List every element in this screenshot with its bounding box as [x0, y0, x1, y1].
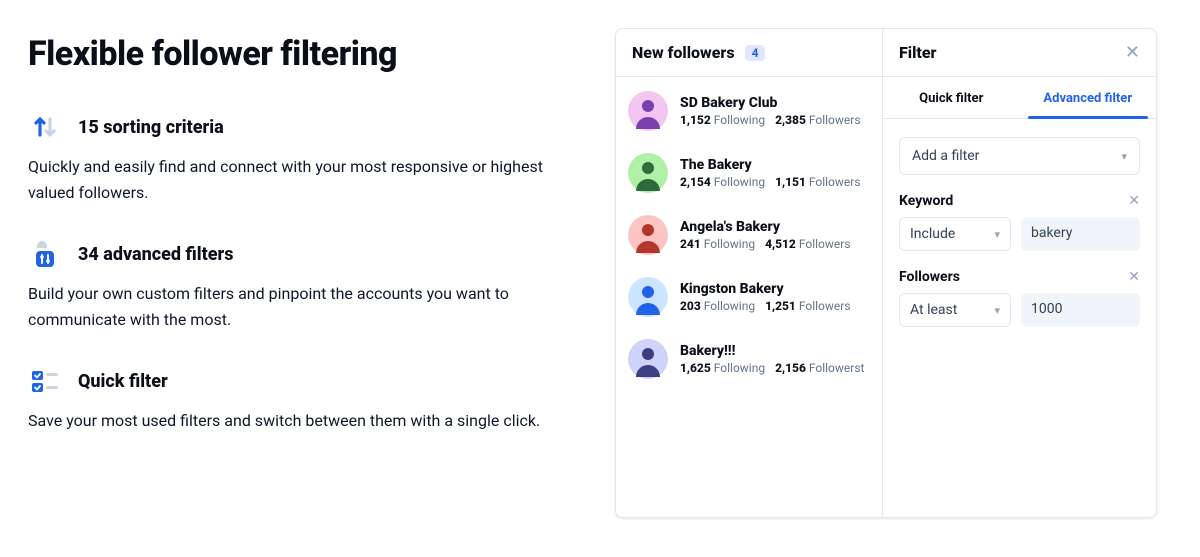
- follower-stats: 2,154 Following1,151 Followers: [680, 175, 861, 189]
- feature-sorting: 15 sorting criteria Quickly and easily f…: [28, 110, 583, 205]
- filter-group-followers: Followers ✕ At least ▾ 1000: [899, 269, 1140, 327]
- remove-followers-icon[interactable]: ✕: [1128, 269, 1140, 285]
- feature-quick-desc: Save your most used filters and switch b…: [28, 408, 558, 434]
- follower-stats: 203 Following1,251 Followers: [680, 299, 851, 313]
- followers-mode-value: At least: [910, 302, 957, 318]
- followers-value-input[interactable]: 1000: [1021, 293, 1140, 327]
- keyword-mode-value: Include: [910, 226, 955, 242]
- followers-panel: New followers 4 SD Bakery Club 1,152 Foll…: [615, 28, 883, 518]
- avatar: [628, 91, 668, 131]
- chevron-down-icon: ▾: [1121, 150, 1127, 163]
- followers-label: Followers: [899, 269, 960, 285]
- feature-sorting-desc: Quickly and easily find and connect with…: [28, 154, 558, 205]
- feature-advanced-title: 34 advanced filters: [78, 244, 233, 265]
- avatar: [628, 215, 668, 255]
- follower-name: Angela's Bakery: [680, 219, 851, 235]
- follower-row[interactable]: Angela's Bakery 241 Following4,512 Follow…: [628, 215, 870, 255]
- followers-mode-select[interactable]: At least ▾: [899, 293, 1011, 327]
- keyword-value-input[interactable]: bakery: [1021, 217, 1140, 251]
- follower-name: Bakery!!!: [680, 343, 864, 359]
- checklist-icon: [28, 364, 62, 398]
- sliders-icon: [28, 237, 62, 271]
- followers-count-badge: 4: [745, 45, 766, 61]
- feature-quick-title: Quick filter: [78, 371, 168, 392]
- follower-name: Kingston Bakery: [680, 281, 851, 297]
- tab-advanced-filter[interactable]: Advanced filter: [1020, 77, 1157, 118]
- follower-row[interactable]: The Bakery 2,154 Following1,151 Followers: [628, 153, 870, 193]
- followers-panel-title: New followers: [632, 43, 735, 62]
- avatar: [628, 339, 668, 379]
- keyword-mode-select[interactable]: Include ▾: [899, 217, 1011, 251]
- close-icon[interactable]: ✕: [1125, 44, 1140, 62]
- tab-quick-filter[interactable]: Quick filter: [883, 77, 1020, 118]
- chevron-down-icon: ▾: [994, 228, 1000, 241]
- feature-advanced-desc: Build your own custom filters and pinpoi…: [28, 281, 558, 332]
- remove-keyword-icon[interactable]: ✕: [1128, 193, 1140, 209]
- filter-group-keyword: Keyword ✕ Include ▾ bakery: [899, 193, 1140, 251]
- avatar: [628, 277, 668, 317]
- feature-quick-filter: Quick filter Save your most used filters…: [28, 364, 583, 434]
- follower-stats: 1,625 Following2,156 Followerst: [680, 361, 864, 375]
- avatar: [628, 153, 668, 193]
- followers-list: SD Bakery Club 1,152 Following2,385 Follo…: [616, 77, 882, 379]
- add-filter-label: Add a filter: [912, 148, 979, 164]
- page-title: Flexible follower filtering: [28, 34, 583, 74]
- filter-panel: Filter ✕ Quick filter Advanced filter Ad…: [883, 28, 1157, 518]
- follower-stats: 1,152 Following2,385 Followers: [680, 113, 861, 127]
- follower-row[interactable]: Bakery!!! 1,625 Following2,156 Followerst: [628, 339, 870, 379]
- sort-arrows-icon: [28, 110, 62, 144]
- keyword-label: Keyword: [899, 193, 953, 209]
- follower-row[interactable]: Kingston Bakery 203 Following1,251 Follow…: [628, 277, 870, 317]
- follower-stats: 241 Following4,512 Followers: [680, 237, 851, 251]
- chevron-down-icon: ▾: [994, 304, 1000, 317]
- feature-sorting-title: 15 sorting criteria: [78, 117, 224, 138]
- follower-row[interactable]: SD Bakery Club 1,152 Following2,385 Follo…: [628, 91, 870, 131]
- feature-advanced-filters: 34 advanced filters Build your own custo…: [28, 237, 583, 332]
- filter-panel-title: Filter: [899, 43, 937, 62]
- follower-name: The Bakery: [680, 157, 861, 173]
- follower-name: SD Bakery Club: [680, 95, 861, 111]
- add-filter-select[interactable]: Add a filter ▾: [899, 137, 1140, 175]
